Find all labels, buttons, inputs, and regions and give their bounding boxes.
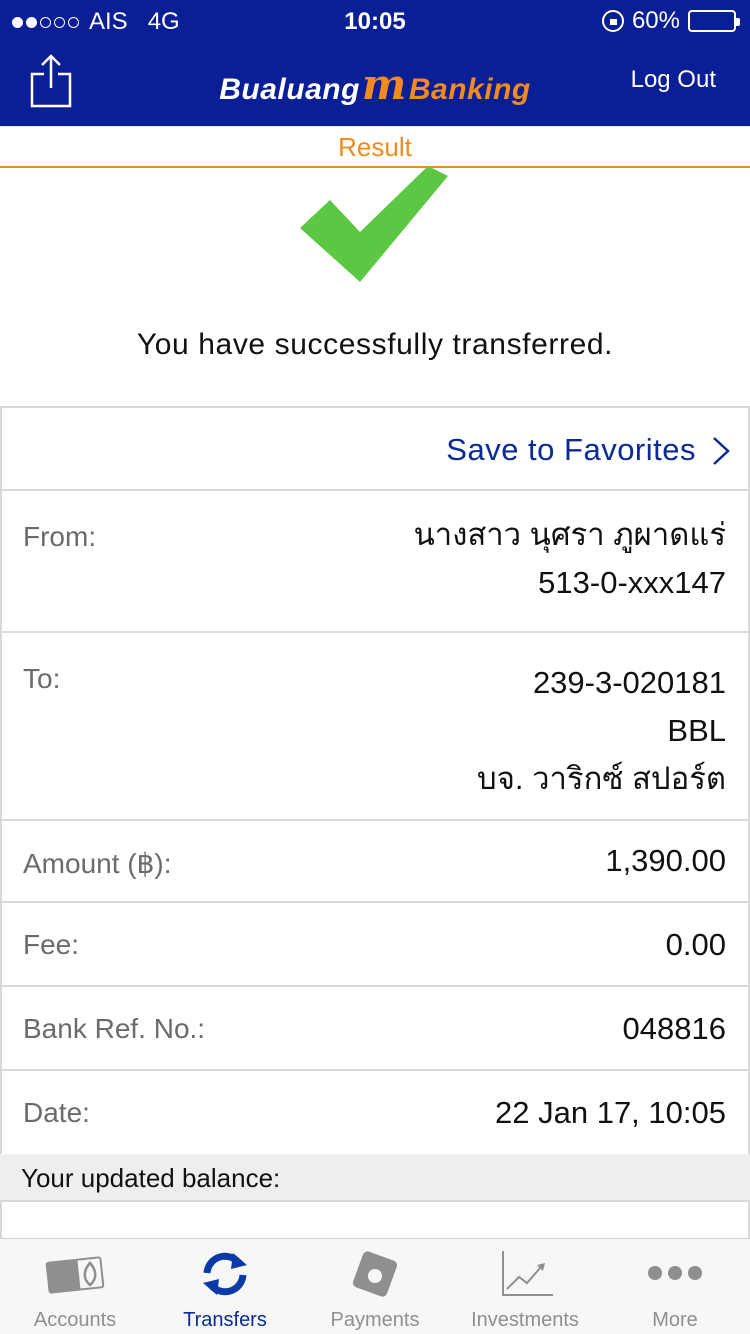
tab-bar: Accounts Transfers Payments Investments bbox=[0, 1238, 750, 1334]
status-bar: AIS 4G 10:05 60% bbox=[0, 0, 750, 40]
amount-label: Amount (฿): bbox=[23, 848, 172, 879]
tab-accounts-label: Accounts bbox=[33, 1309, 117, 1331]
header-bar: AIS 4G 10:05 60% BualuangmBanking Log Ou… bbox=[0, 0, 750, 126]
from-value: นางสาว นุศรา ภูผาดแร่ 513-0-xxx147 bbox=[414, 511, 726, 607]
tab-transfers[interactable]: Transfers bbox=[150, 1239, 300, 1334]
transfers-icon bbox=[203, 1252, 247, 1296]
tab-payments-label: Payments bbox=[330, 1309, 420, 1331]
tab-transfers-label: Transfers bbox=[183, 1309, 267, 1331]
accounts-icon bbox=[45, 1256, 105, 1294]
transfer-details: Save to Favorites From: นางสาว นุศรา ภูผ… bbox=[0, 406, 750, 1157]
from-account: 513-0-xxx147 bbox=[538, 565, 726, 600]
from-label: From: bbox=[23, 521, 97, 552]
battery-percent: 60% bbox=[631, 7, 680, 34]
tab-accounts[interactable]: Accounts bbox=[0, 1239, 150, 1334]
amount-row: Amount (฿): 1,390.00 bbox=[0, 821, 750, 903]
balance-label: Your updated balance: bbox=[21, 1163, 281, 1193]
tab-investments[interactable]: Investments bbox=[450, 1239, 600, 1334]
date-row: Date: 22 Jan 17, 10:05 bbox=[0, 1071, 750, 1157]
chevron-right-icon bbox=[713, 437, 730, 465]
to-name: บจ. วาริกซ์ สปอร์ต bbox=[477, 761, 726, 796]
tab-investments-label: Investments bbox=[471, 1309, 579, 1331]
success-message: You have successfully transferred. bbox=[136, 328, 614, 361]
battery-icon bbox=[688, 10, 740, 32]
to-value: 239-3-020181 BBL บจ. วาริกซ์ สปอร์ต bbox=[477, 659, 726, 803]
to-account: 239-3-020181 bbox=[532, 665, 726, 700]
amount-value: 1,390.00 bbox=[605, 843, 726, 878]
result-bar: Result bbox=[0, 126, 750, 168]
fee-label: Fee: bbox=[23, 929, 80, 960]
save-to-favorites-label: Save to Favorites bbox=[446, 432, 696, 467]
tab-more[interactable]: More bbox=[600, 1239, 750, 1334]
bank-ref-label: Bank Ref. No.: bbox=[23, 1013, 206, 1044]
from-name: นางสาว นุศรา ภูผาดแร่ bbox=[413, 517, 726, 552]
logout-button[interactable]: Log Out bbox=[631, 66, 716, 94]
save-to-favorites-button[interactable]: Save to Favorites bbox=[0, 408, 750, 491]
bank-ref-row: Bank Ref. No.: 048816 bbox=[0, 987, 750, 1071]
date-value: 22 Jan 17, 10:05 bbox=[495, 1095, 726, 1130]
balance-row bbox=[0, 1202, 750, 1238]
to-label: To: bbox=[23, 663, 61, 694]
to-row: To: 239-3-020181 BBL บจ. วาริกซ์ สปอร์ต bbox=[0, 633, 750, 821]
tab-payments[interactable]: Payments bbox=[300, 1239, 450, 1334]
bank-ref-value: 048816 bbox=[622, 1011, 726, 1046]
payments-icon bbox=[352, 1251, 398, 1297]
fee-value: 0.00 bbox=[665, 927, 726, 962]
success-checkmark-icon bbox=[300, 166, 448, 282]
to-bank: BBL bbox=[667, 713, 726, 748]
result-label: Result bbox=[338, 132, 412, 162]
more-icon bbox=[648, 1266, 702, 1280]
orientation-lock-icon bbox=[601, 10, 624, 32]
tab-more-label: More bbox=[652, 1309, 698, 1331]
from-row: From: นางสาว นุศรา ภูผาดแร่ 513-0-xxx147 bbox=[0, 491, 750, 633]
investments-icon bbox=[502, 1251, 553, 1296]
date-label: Date: bbox=[23, 1097, 90, 1128]
fee-row: Fee: 0.00 bbox=[0, 903, 750, 987]
balance-section-header: Your updated balance: bbox=[0, 1154, 750, 1202]
